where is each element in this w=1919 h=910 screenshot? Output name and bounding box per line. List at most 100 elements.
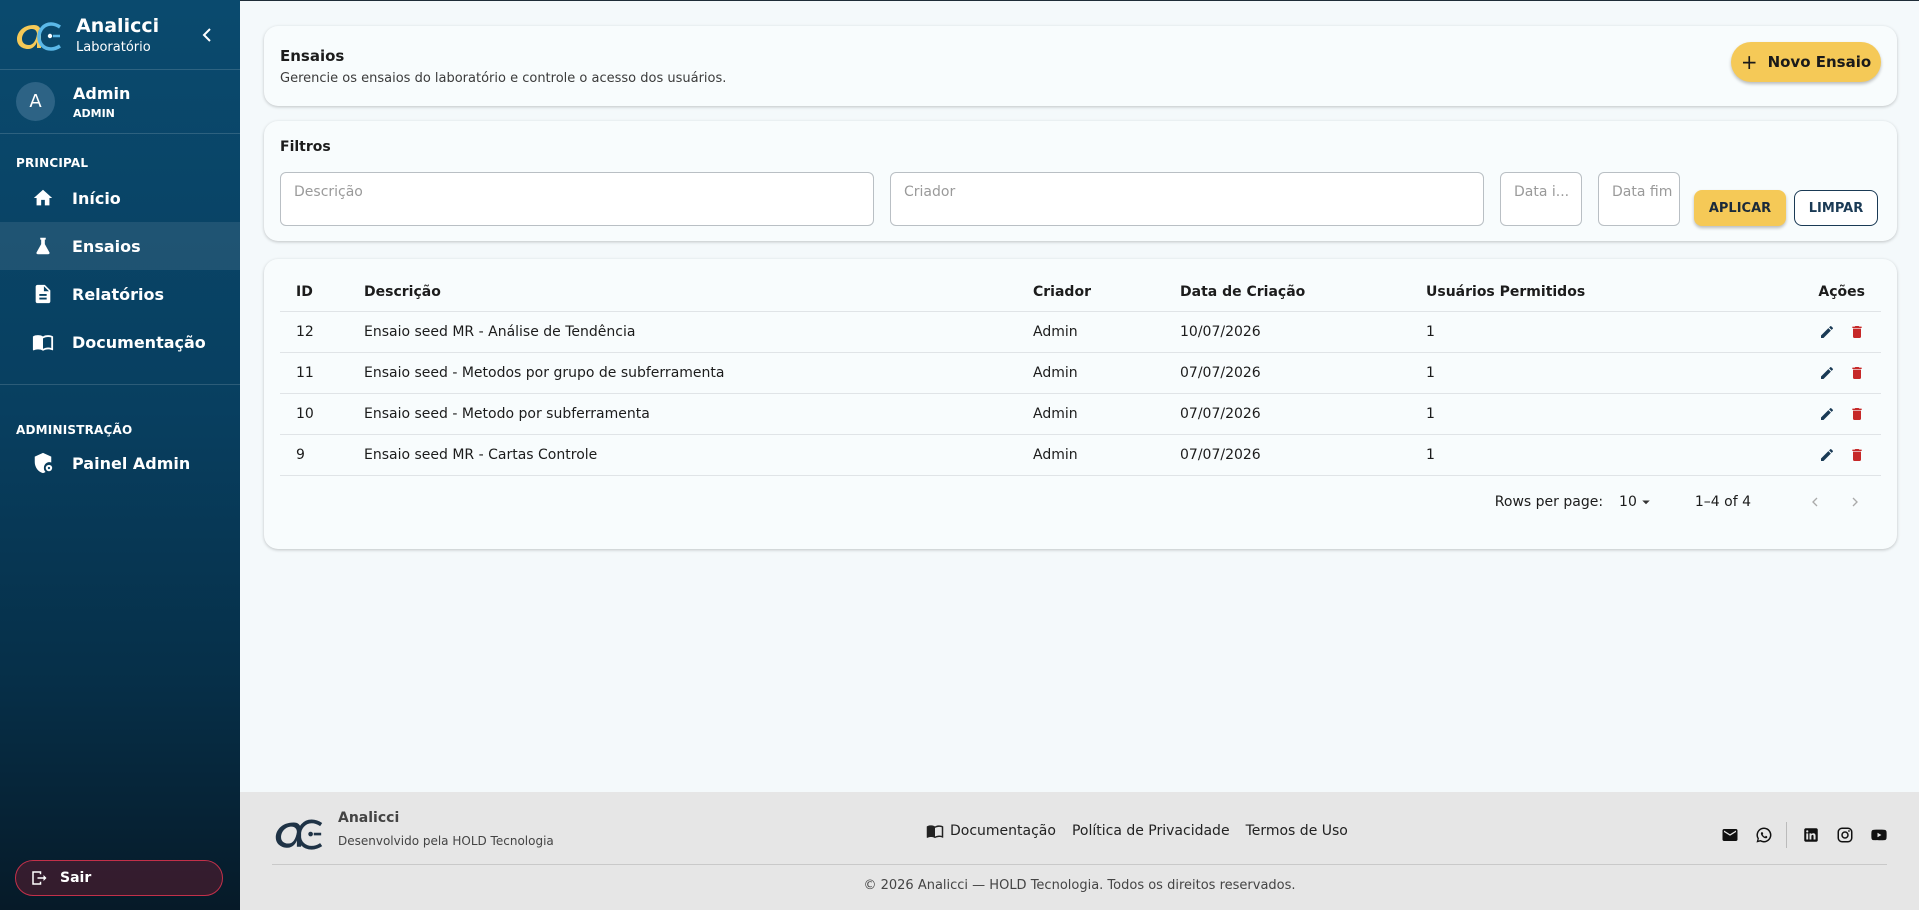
chevron-left-icon <box>1812 497 1818 507</box>
apply-filters-button[interactable]: APLICAR <box>1694 190 1786 226</box>
footer-social <box>1706 822 1889 848</box>
next-page-button[interactable] <box>1845 492 1865 512</box>
cell-usuarios: 1 <box>1426 352 1726 394</box>
criador-filter-input[interactable]: Criador <box>890 172 1484 226</box>
sidebar-item-label: Início <box>72 188 121 208</box>
user-role: ADMIN <box>73 106 115 120</box>
footer-link-termos[interactable]: Termos de Uso <box>1246 823 1348 839</box>
cell-data: 07/07/2026 <box>1180 434 1426 476</box>
cell-id: 11 <box>280 352 364 394</box>
delete-icon[interactable] <box>1849 365 1865 381</box>
edit-icon[interactable] <box>1819 406 1835 422</box>
cell-criador: Admin <box>1033 352 1180 394</box>
avatar: A <box>16 82 55 121</box>
brand: Analicci Laboratório <box>0 0 240 70</box>
chevron-right-icon <box>1852 497 1858 507</box>
delete-icon[interactable] <box>1849 447 1865 463</box>
footer-social-separator <box>1786 822 1787 848</box>
new-ensaio-label: Novo Ensaio <box>1767 53 1872 71</box>
cell-criador: Admin <box>1033 393 1180 435</box>
cell-id: 12 <box>280 311 364 353</box>
instagram-icon[interactable] <box>1835 825 1855 845</box>
email-icon[interactable] <box>1720 825 1740 845</box>
book-icon <box>926 825 944 839</box>
footer-divider <box>272 864 1887 865</box>
logout-label: Sair <box>60 870 92 886</box>
cell-acoes <box>1726 352 1881 394</box>
cell-descricao: Ensaio seed MR - Análise de Tendência <box>364 311 1033 353</box>
previous-page-button[interactable] <box>1805 492 1825 512</box>
cell-data: 07/07/2026 <box>1180 393 1426 435</box>
edit-icon[interactable] <box>1819 365 1835 381</box>
rows-per-page-select[interactable]: 10 <box>1619 493 1655 511</box>
edit-icon[interactable] <box>1819 447 1835 463</box>
sidebar-item-ensaios[interactable]: Ensaios <box>0 222 240 270</box>
linkedin-icon[interactable] <box>1801 825 1821 845</box>
analicci-logo <box>14 15 64 55</box>
descricao-filter-input[interactable]: Descrição <box>280 172 874 226</box>
page-title: Ensaios <box>280 47 345 65</box>
footer-logo <box>272 814 326 852</box>
sidebar-item-painel-admin[interactable]: Painel Admin <box>0 439 240 487</box>
data-inicio-filter-input[interactable]: Data i... <box>1500 172 1582 226</box>
document-icon <box>32 283 54 305</box>
clear-filters-button[interactable]: LIMPAR <box>1794 190 1878 226</box>
delete-icon[interactable] <box>1849 324 1865 340</box>
home-icon <box>32 187 54 209</box>
table-row[interactable]: 12 Ensaio seed MR - Análise de Tendência… <box>280 311 1881 353</box>
column-header-criador[interactable]: Criador <box>1033 273 1180 312</box>
cell-acoes <box>1726 393 1881 435</box>
footer-link-label: Documentação <box>950 823 1056 839</box>
new-ensaio-button[interactable]: + Novo Ensaio <box>1731 42 1881 82</box>
column-header-id[interactable]: ID <box>280 273 364 312</box>
section-label-principal: PRINCIPAL <box>16 156 89 170</box>
cell-id: 9 <box>280 434 364 476</box>
sidebar-item-relatorios[interactable]: Relatórios <box>0 270 240 318</box>
cell-data: 07/07/2026 <box>1180 352 1426 394</box>
footer: Analicci Desenvolvido pela HOLD Tecnolog… <box>240 792 1919 910</box>
table-row[interactable]: 10 Ensaio seed - Metodo por subferrament… <box>280 393 1881 435</box>
data-fim-filter-input[interactable]: Data fim <box>1598 172 1680 226</box>
sidebar: Analicci Laboratório A Admin ADMIN PRINC… <box>0 0 240 910</box>
shield-gear-icon <box>32 452 54 474</box>
caret-down-icon <box>1642 500 1650 505</box>
sidebar-item-documentacao[interactable]: Documentação <box>0 318 240 366</box>
youtube-icon[interactable] <box>1869 825 1889 845</box>
delete-icon[interactable] <box>1849 406 1865 422</box>
table-row[interactable]: 9 Ensaio seed MR - Cartas Controle Admin… <box>280 434 1881 476</box>
sidebar-item-inicio[interactable]: Início <box>0 174 240 222</box>
rows-per-page-value: 10 <box>1619 494 1637 510</box>
column-header-usuarios-permitidos[interactable]: Usuários Permitidos <box>1426 273 1726 312</box>
pagination: Rows per page: 10 1–4 of 4 <box>1495 487 1865 517</box>
table-row[interactable]: 11 Ensaio seed - Metodos por grupo de su… <box>280 352 1881 394</box>
brand-name: Analicci <box>76 14 160 37</box>
column-header-data-criacao[interactable]: Data de Criação <box>1180 273 1426 312</box>
cell-descricao: Ensaio seed - Metodo por subferramenta <box>364 393 1033 435</box>
footer-brand-name: Analicci <box>338 810 400 826</box>
column-header-descricao[interactable]: Descrição <box>364 273 1033 312</box>
sidebar-item-label: Documentação <box>72 332 206 352</box>
footer-developed-by: Desenvolvido pela HOLD Tecnologia <box>338 834 554 848</box>
ensaios-table: ID Descrição Criador Data de Criação Usu… <box>280 273 1881 476</box>
cell-usuarios: 1 <box>1426 434 1726 476</box>
whatsapp-icon[interactable] <box>1754 825 1774 845</box>
table-header-row: ID Descrição Criador Data de Criação Usu… <box>280 273 1881 312</box>
rows-per-page-label: Rows per page: <box>1494 494 1604 510</box>
cell-data: 10/07/2026 <box>1180 311 1426 353</box>
footer-link-privacidade[interactable]: Política de Privacidade <box>1072 823 1230 839</box>
user-profile: A Admin ADMIN <box>0 70 240 134</box>
cell-acoes <box>1726 311 1881 353</box>
book-icon <box>32 331 54 353</box>
cell-descricao: Ensaio seed - Metodos por grupo de subfe… <box>364 352 1033 394</box>
filters-title: Filtros <box>280 139 331 155</box>
sidebar-item-label: Relatórios <box>72 284 164 304</box>
footer-link-documentacao[interactable]: Documentação <box>926 822 1056 840</box>
edit-icon[interactable] <box>1819 324 1835 340</box>
logout-button[interactable]: Sair <box>15 860 223 896</box>
collapse-sidebar-button[interactable] <box>200 26 214 44</box>
brand-subtitle: Laboratório <box>76 39 151 55</box>
flask-icon <box>32 235 54 257</box>
cell-criador: Admin <box>1033 311 1180 353</box>
cell-usuarios: 1 <box>1426 393 1726 435</box>
page-header-card: Ensaios Gerencie os ensaios do laboratór… <box>264 26 1897 106</box>
